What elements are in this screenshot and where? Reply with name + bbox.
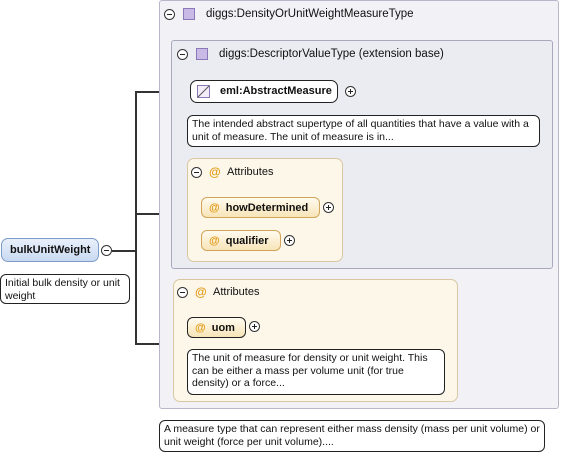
- root-element-label: bulkUnitWeight: [10, 244, 91, 256]
- at-sign-icon: @: [209, 202, 220, 214]
- connector-root-stub: [112, 250, 136, 252]
- attribute-qualifier[interactable]: @ qualifier: [201, 230, 281, 251]
- expand-plus-icon[interactable]: [323, 202, 334, 213]
- root-element-doc: Initial bulk density or unit weight: [0, 274, 130, 304]
- complex-type-icon: [183, 8, 195, 20]
- complex-type-icon: [196, 48, 208, 60]
- at-sign-icon: @: [209, 165, 221, 179]
- attribute-qualifier-label: qualifier: [225, 235, 269, 247]
- outer-attributes-title: Attributes: [213, 286, 260, 298]
- at-sign-icon: @: [195, 322, 206, 334]
- attribute-uom[interactable]: @ uom: [187, 317, 246, 338]
- expand-plus-icon[interactable]: [284, 235, 295, 246]
- abstract-element-icon: [197, 85, 210, 98]
- inner-type-title: diggs:DescriptorValueType (extension bas…: [219, 48, 444, 60]
- at-sign-icon: @: [209, 235, 220, 247]
- connector-vertical-main: [135, 91, 137, 345]
- attribute-howdetermined-label: howDetermined: [225, 202, 309, 214]
- collapse-minus-icon[interactable]: [191, 167, 202, 178]
- collapse-minus-icon[interactable]: [164, 9, 175, 20]
- expand-plus-icon[interactable]: [345, 86, 356, 97]
- attribute-howdetermined[interactable]: @ howDetermined: [201, 197, 320, 218]
- abstract-measure-doc: The intended abstract supertype of all q…: [187, 115, 540, 147]
- abstract-measure-element[interactable]: eml:AbstractMeasure: [190, 80, 338, 103]
- attribute-uom-doc: The unit of measure for density or unit …: [187, 349, 445, 395]
- collapse-minus-icon[interactable]: [101, 245, 112, 256]
- root-element-pill[interactable]: bulkUnitWeight: [1, 238, 99, 262]
- abstract-measure-label: eml:AbstractMeasure: [220, 85, 332, 97]
- outer-type-doc: A measure type that can represent either…: [159, 420, 545, 452]
- attribute-uom-label: uom: [211, 322, 235, 334]
- collapse-minus-icon[interactable]: [177, 287, 188, 298]
- outer-type-title: diggs:DensityOrUnitWeightMeasureType: [206, 8, 414, 20]
- expand-plus-icon[interactable]: [249, 321, 260, 332]
- at-sign-icon: @: [195, 285, 207, 299]
- collapse-minus-icon[interactable]: [177, 49, 188, 60]
- inner-attributes-title: Attributes: [227, 166, 274, 178]
